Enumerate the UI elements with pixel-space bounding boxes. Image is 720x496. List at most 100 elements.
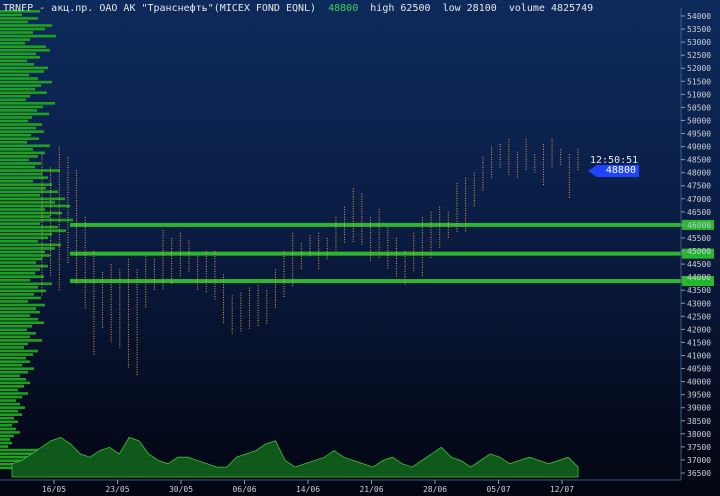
volume-profile-bar (0, 116, 32, 119)
volume-profile-bar (0, 186, 46, 190)
price-tick-label: 45500 (687, 234, 711, 243)
volume-profile-bar (0, 324, 32, 328)
volume-profile-bar (0, 48, 50, 52)
volume-profile-bar (0, 335, 30, 339)
volume-profile-bar (0, 395, 22, 399)
volume-profile-bar (0, 370, 28, 374)
volume-profile-bar (0, 268, 40, 271)
volume-profile-bar (0, 303, 45, 307)
date-tick-label: 12/07 (550, 485, 574, 494)
volume-profile-bar (0, 63, 34, 66)
volume-profile-bar (0, 307, 36, 310)
volume-profile-bar (0, 66, 48, 70)
low-label: low (442, 3, 461, 14)
price-tick-label: 43000 (687, 299, 711, 308)
volume-profile-bar (0, 77, 38, 80)
volume-profile-bar (0, 416, 14, 420)
volume-profile-bar (0, 229, 66, 233)
volume-profile-bar (0, 402, 20, 406)
volume-profile-bar (0, 211, 62, 215)
price-tick-label: 47500 (687, 182, 711, 191)
volume-profile-bar (0, 94, 30, 98)
chart-header: TRNFP - акц.пр. ОАО АК "Транснефть"(MICE… (3, 3, 594, 14)
date-tick-label: 30/05 (169, 485, 193, 494)
volume-profile (0, 10, 73, 470)
volume-profile-bar (0, 151, 45, 155)
volume-profile-bar (0, 261, 36, 264)
price-tick-label: 38500 (687, 417, 711, 426)
volume-label: volume (508, 3, 545, 14)
volume-profile-bar (0, 24, 52, 27)
volume-profile-bar (0, 363, 22, 367)
volume-profile-bar (0, 98, 26, 102)
volume-profile-bar (0, 31, 33, 34)
volume-profile-bar (0, 441, 12, 445)
volume-profile-bar (0, 112, 49, 116)
volume-profile-bar (0, 282, 52, 286)
volume-profile-bar (0, 126, 36, 130)
price-chart: 460004500043900 540005350053000525005200… (0, 8, 714, 494)
price-tick-label: 52000 (687, 64, 711, 73)
volume-profile-bar (0, 236, 48, 240)
price-tick-label: 39000 (687, 404, 711, 413)
chart-root: 46000 45000 43900 54000 53500 53000 52500 5200… (0, 0, 720, 496)
date-tick-label: 16/05 (42, 485, 66, 494)
volume-profile-bar (0, 172, 42, 176)
volume-profile-bar (0, 374, 20, 378)
volume-profile-bar (0, 420, 18, 424)
price-bars (41, 138, 579, 377)
date-tick-label: 14/06 (296, 485, 320, 494)
price-tick-label: 53000 (687, 38, 711, 47)
price-tick-label: 43500 (687, 286, 711, 295)
volume-profile-bar (0, 332, 36, 335)
volume-profile-bar (0, 59, 27, 63)
volume-profile-bar (0, 271, 35, 275)
price-tick-label: 36500 (687, 469, 711, 478)
volume-profile-bar (0, 289, 46, 293)
volume-profile-bar (0, 399, 16, 402)
volume-profile-bar (0, 52, 36, 56)
volume-profile-bar (0, 240, 38, 243)
volume-profile-bar (0, 339, 42, 342)
volume-profile-bar (0, 70, 44, 73)
volume-value: 4825749 (550, 3, 594, 14)
volume-profile-bar (0, 105, 43, 109)
price-tick-label: 51500 (687, 77, 711, 86)
price-tick-label: 49000 (687, 143, 711, 152)
price-tick-label: 45000 (687, 247, 711, 256)
date-axis: 16/05 23/05 30/05 06/06 14/06 21/06 28/06 05/07… (0, 479, 681, 494)
volume-profile-bar (0, 250, 45, 254)
volume-profile-bar (0, 190, 58, 194)
volume-profile-bar (0, 133, 31, 137)
price-badge-arrow (588, 165, 597, 177)
price-tick-label: 40000 (687, 378, 711, 387)
instrument-description: акц.пр. ОАО АК "Транснефть"(MICEX FOND E… (51, 3, 317, 14)
volume-profile-bar (0, 41, 25, 45)
volume-profile-bar (0, 20, 28, 24)
price-tick-label: 42500 (687, 312, 711, 321)
date-tick-label: 05/07 (486, 485, 510, 494)
volume-profile-bar (0, 155, 38, 158)
price-axis: 54000 53500 53000 52500 52000 51500 51000 50500… (680, 8, 711, 480)
date-tick-label: 28/06 (423, 485, 447, 494)
volume-profile-bar (0, 218, 73, 222)
volume-profile-bar (0, 381, 30, 385)
price-tick-label: 51000 (687, 90, 711, 99)
volume-profile-bar (0, 378, 26, 381)
level-line (70, 251, 682, 256)
price-tick-label: 40500 (687, 365, 711, 374)
volume-profile-bar (0, 321, 44, 325)
volume-profile-bar (0, 27, 45, 31)
volume-profile-bar (0, 34, 56, 38)
level-line (70, 222, 682, 227)
volume-profile-bar (0, 222, 40, 225)
volume-profile-bar (0, 445, 8, 448)
volume-profile-bar (0, 385, 24, 388)
volume-profile-bar (0, 73, 29, 77)
price-tick-label: 41000 (687, 351, 711, 360)
volume-profile-bar (0, 225, 58, 229)
volume-profile-bar (0, 144, 50, 148)
volume-profile-bar (0, 38, 30, 41)
volume-profile-bar (0, 278, 30, 282)
last-price: 48800 (328, 3, 359, 14)
